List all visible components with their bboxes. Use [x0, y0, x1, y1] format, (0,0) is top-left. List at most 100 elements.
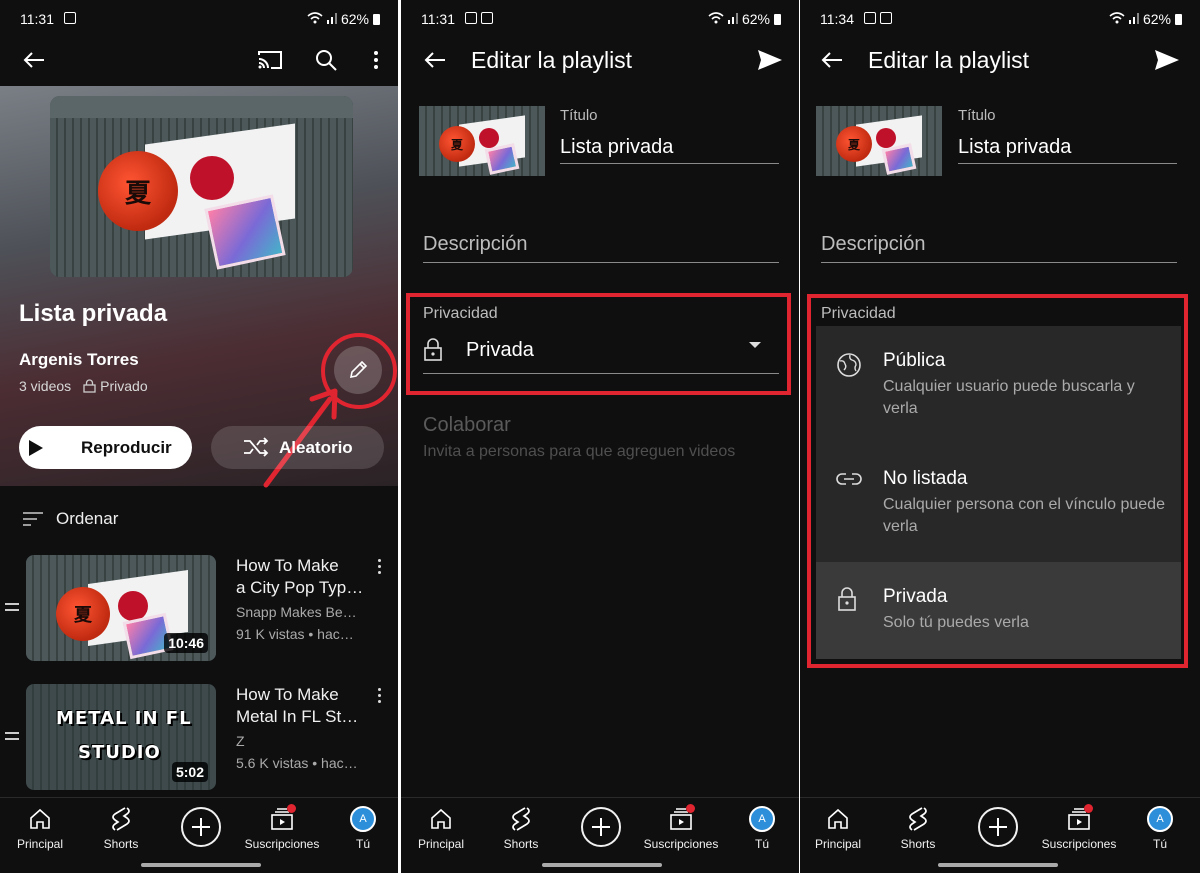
nav-shorts[interactable]: Shorts: [878, 804, 958, 851]
video-title[interactable]: How To Make a City Pop Typ…: [236, 555, 368, 599]
video-title-line: How To Make: [236, 556, 339, 575]
arrow-left-icon: [424, 52, 445, 68]
description-underline: [821, 262, 1177, 263]
playlist-thumbnail[interactable]: 夏: [50, 96, 353, 277]
playlist-title: Lista privada: [19, 300, 168, 327]
battery-percent: 62%: [741, 11, 770, 27]
notification-dot: [686, 804, 695, 813]
list-item[interactable]: METAL IN FL STUDIO 5:02 How To Make Meta…: [0, 684, 398, 794]
cast-icon: [258, 51, 282, 69]
save-button[interactable]: [1152, 46, 1182, 74]
shuffle-button[interactable]: Aleatorio: [211, 426, 384, 469]
nav-you[interactable]: A Tú: [323, 804, 398, 851]
video-thumbnail[interactable]: 夏 10:46: [26, 555, 216, 661]
video-title[interactable]: How To Make Metal In FL St…: [236, 684, 368, 728]
title-field[interactable]: Lista privada: [560, 136, 673, 159]
nav-label: Suscripciones: [643, 837, 719, 851]
send-icon: [758, 50, 782, 70]
back-button[interactable]: [421, 46, 449, 74]
avatar: A: [1147, 806, 1173, 832]
create-button[interactable]: [978, 807, 1018, 847]
create-button[interactable]: [581, 807, 621, 847]
list-item[interactable]: 夏 10:46 How To Make a City Pop Typ… Snap…: [0, 555, 398, 665]
privacy-text: Privado: [100, 378, 148, 394]
nav-you[interactable]: A Tú: [1120, 804, 1200, 851]
notification-icon: [481, 12, 493, 24]
nav-home[interactable]: Principal: [0, 804, 80, 851]
plus-icon: [592, 818, 610, 836]
video-more-icon[interactable]: [378, 559, 382, 577]
lock-icon: [83, 379, 96, 393]
description-field[interactable]: Descripción: [821, 233, 925, 256]
more-button[interactable]: [366, 46, 386, 74]
gesture-bar: [938, 863, 1058, 867]
play-button[interactable]: Reproducir: [19, 426, 192, 469]
avatar: A: [350, 806, 376, 832]
title-field[interactable]: Lista privada: [958, 136, 1071, 159]
nav-label: Tú: [754, 837, 769, 851]
status-bar: 11:34 62%: [800, 0, 1200, 38]
back-button[interactable]: [20, 46, 48, 74]
nav-subscriptions[interactable]: Suscripciones: [242, 804, 322, 851]
save-button[interactable]: [755, 46, 785, 74]
description-field[interactable]: Descripción: [423, 233, 527, 256]
signal-icon: [326, 11, 337, 27]
nav-shorts[interactable]: Shorts: [481, 804, 561, 851]
bottom-nav: Principal Shorts Suscripciones A Tú: [800, 797, 1200, 873]
nav-home[interactable]: Principal: [401, 804, 481, 851]
playlist-author[interactable]: Argenis Torres: [19, 350, 139, 370]
edit-playlist-screen: 11:31 62% Editar la playlist 夏 Título Li…: [401, 0, 799, 873]
home-icon: [431, 808, 451, 829]
play-icon: [29, 440, 43, 456]
plus-icon: [989, 818, 1007, 836]
nav-you[interactable]: A Tú: [722, 804, 799, 851]
video-more-icon[interactable]: [378, 688, 382, 706]
signal-icon: [727, 11, 738, 27]
sort-label: Ordenar: [56, 509, 119, 528]
wifi-icon: [307, 11, 323, 27]
nav-shorts[interactable]: Shorts: [81, 804, 161, 851]
page-title: Editar la playlist: [868, 47, 1030, 73]
collaborate-description: Invita a personas para que agreguen vide…: [423, 443, 736, 460]
gesture-bar: [141, 863, 261, 867]
home-icon: [828, 808, 848, 829]
battery-icon: [1175, 13, 1182, 25]
thumb-text: METAL IN FL: [56, 708, 192, 729]
nav-label: Principal: [814, 837, 862, 851]
playlist-screen: 11:31 62% 夏 Lista privada Argenis Torres…: [0, 0, 398, 873]
drag-handle-icon[interactable]: [5, 732, 19, 744]
search-button[interactable]: [312, 46, 340, 74]
video-meta: 91 K vistas • hac…: [236, 626, 354, 642]
status-time: 11:34: [820, 11, 854, 27]
playlist-thumbnail: 夏: [816, 106, 942, 176]
create-button[interactable]: [181, 807, 221, 847]
shorts-icon: [909, 807, 927, 831]
battery-icon: [774, 13, 781, 25]
gesture-bar: [542, 863, 662, 867]
nav-label: Tú: [1152, 837, 1167, 851]
video-duration: 5:02: [171, 762, 208, 782]
back-button[interactable]: [818, 46, 846, 74]
sort-button[interactable]: Ordenar: [22, 509, 118, 529]
signal-icon: [1128, 11, 1139, 27]
thumb-text: STUDIO: [78, 742, 161, 763]
status-time: 11:31: [20, 11, 54, 27]
nav-subscriptions[interactable]: Suscripciones: [1039, 804, 1119, 851]
bottom-nav: Principal Shorts Suscripciones A Tú: [401, 797, 799, 873]
video-duration: 10:46: [164, 633, 208, 653]
title-underline: [958, 163, 1177, 164]
video-thumbnail[interactable]: METAL IN FL STUDIO 5:02: [26, 684, 216, 790]
shorts-icon: [112, 807, 130, 831]
drag-handle-icon[interactable]: [5, 603, 19, 615]
wifi-icon: [708, 11, 724, 27]
video-count: 3 videos: [19, 378, 72, 394]
description-underline: [423, 262, 779, 263]
nav-home[interactable]: Principal: [800, 804, 878, 851]
plus-icon: [192, 818, 210, 836]
nav-subscriptions[interactable]: Suscripciones: [641, 804, 721, 851]
home-icon: [30, 808, 50, 829]
cast-button[interactable]: [255, 46, 285, 74]
search-icon: [316, 50, 337, 71]
avatar: A: [749, 806, 775, 832]
highlight-rectangle: [807, 294, 1188, 668]
